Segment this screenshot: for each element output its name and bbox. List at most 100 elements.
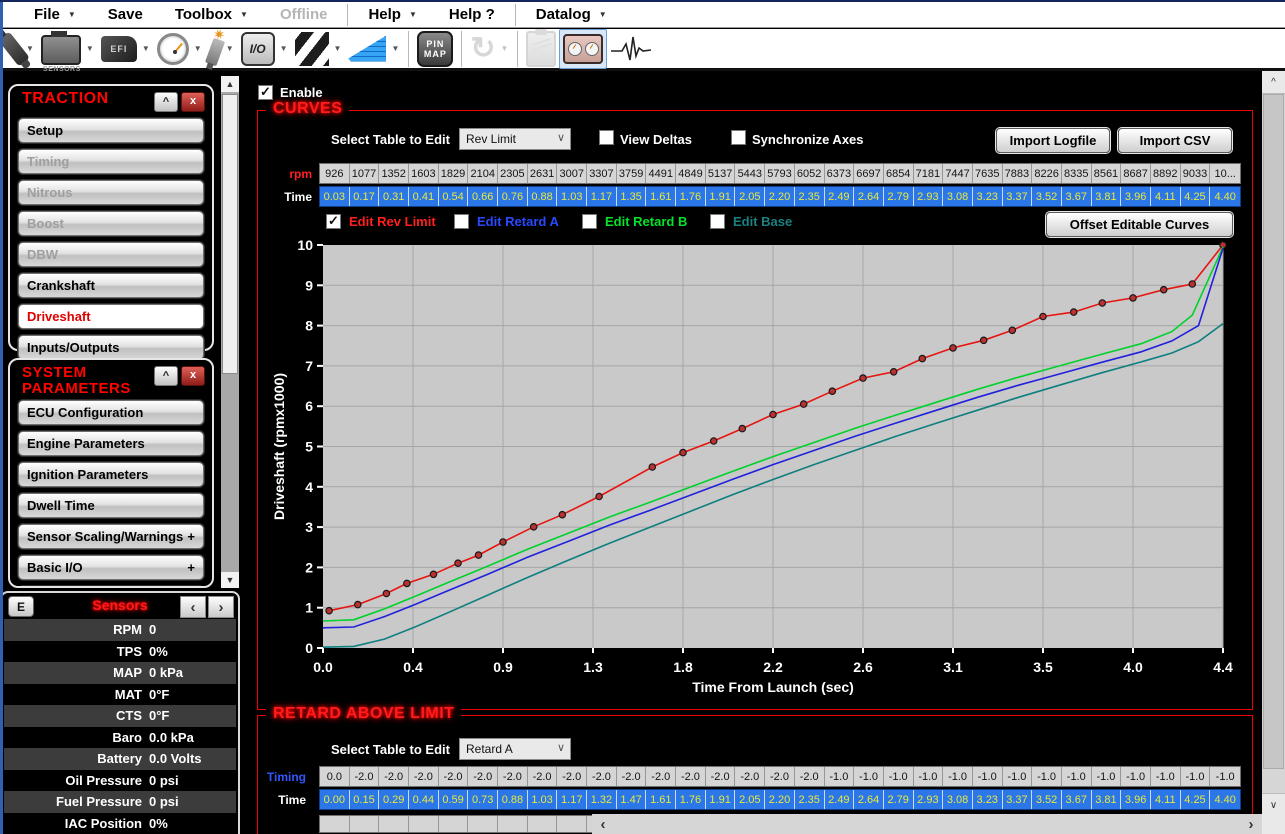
sensors-next-button[interactable] bbox=[208, 596, 234, 618]
spark-plug-dropdown-arrow-icon[interactable] bbox=[226, 44, 234, 53]
retard-time-cell[interactable]: 2.93 bbox=[914, 790, 944, 809]
edit-check-edit-retard-a-checkbox[interactable] bbox=[454, 214, 469, 229]
vertical-scrollbar-thumb[interactable] bbox=[1263, 94, 1284, 769]
time-cell[interactable]: 0.31 bbox=[379, 187, 409, 206]
time-cell[interactable]: 2.49 bbox=[825, 187, 855, 206]
rpm-cell[interactable]: 4491 bbox=[646, 164, 676, 183]
partial-cell[interactable] bbox=[439, 816, 469, 832]
rpm-cell[interactable]: 3307 bbox=[587, 164, 617, 183]
retard-time-cell[interactable]: 2.64 bbox=[854, 790, 884, 809]
retard-time-cell[interactable]: 3.52 bbox=[1032, 790, 1062, 809]
curve-point-marker[interactable] bbox=[739, 425, 745, 431]
timing-strip-toolbar-button[interactable] bbox=[292, 30, 332, 68]
retard-timing-cell[interactable]: -1.0 bbox=[1092, 767, 1122, 786]
retard-timing-cell[interactable]: -1.0 bbox=[943, 767, 973, 786]
retard-time-cell[interactable]: 1.32 bbox=[587, 790, 617, 809]
retard-timing-cell[interactable]: -2.0 bbox=[468, 767, 498, 786]
curve-point-marker[interactable] bbox=[559, 512, 565, 518]
retard-time-cell[interactable]: 1.47 bbox=[617, 790, 647, 809]
rpm-cell[interactable]: 6373 bbox=[825, 164, 855, 183]
retard-timing-cell[interactable]: -1.0 bbox=[1003, 767, 1033, 786]
io-toolbar-button[interactable]: I/O bbox=[238, 30, 278, 68]
time-cell[interactable]: 2.20 bbox=[765, 187, 795, 206]
curve-point-marker[interactable] bbox=[455, 560, 461, 566]
scroll-down-icon[interactable] bbox=[1262, 793, 1285, 816]
retard-time-cell[interactable]: 3.37 bbox=[1003, 790, 1033, 809]
rpm-cell[interactable]: 8335 bbox=[1062, 164, 1092, 183]
traction-button-inputs-outputs[interactable]: Inputs/Outputs bbox=[18, 335, 204, 360]
time-cell[interactable]: 1.91 bbox=[706, 187, 736, 206]
scroll-left-icon[interactable] bbox=[592, 814, 614, 834]
import-csv-button[interactable]: Import CSV bbox=[1118, 128, 1232, 153]
curve-point-marker[interactable] bbox=[1099, 300, 1105, 306]
retard-time-cell[interactable]: 4.40 bbox=[1210, 790, 1240, 809]
rpm-cell[interactable]: 8561 bbox=[1092, 164, 1122, 183]
traction-close-button[interactable] bbox=[181, 92, 205, 112]
retard-timing-cell[interactable]: -1.0 bbox=[1032, 767, 1062, 786]
menu-item-help[interactable]: Help▼ bbox=[352, 2, 432, 27]
retard-time-cell[interactable]: 3.23 bbox=[973, 790, 1003, 809]
timing-strip-dropdown-arrow-icon[interactable] bbox=[334, 44, 342, 53]
rpm-cell[interactable]: 6052 bbox=[795, 164, 825, 183]
retard-time-cell[interactable]: 4.25 bbox=[1181, 790, 1211, 809]
time-cell[interactable]: 1.17 bbox=[587, 187, 617, 206]
rpm-cell[interactable]: 1352 bbox=[379, 164, 409, 183]
retard-timing-cell[interactable]: -1.0 bbox=[884, 767, 914, 786]
retard-timing-cell[interactable]: -2.0 bbox=[350, 767, 380, 786]
retard-timing-cell[interactable]: -1.0 bbox=[1210, 767, 1240, 786]
curve-point-marker[interactable] bbox=[355, 601, 361, 607]
menu-item-help[interactable]: Help ? bbox=[433, 2, 511, 27]
rpm-cell[interactable]: 9033 bbox=[1181, 164, 1211, 183]
horizontal-scrollbar[interactable] bbox=[592, 814, 1262, 834]
rpm-cell[interactable]: 7181 bbox=[914, 164, 944, 183]
system-button-closed-loop-learn[interactable]: Closed Loop/Learn bbox=[18, 586, 204, 588]
driveshaft-curves-chart[interactable]: 0.00.40.91.31.82.22.63.13.54.04.40123456… bbox=[258, 239, 1254, 699]
spark-plug-toolbar-button[interactable] bbox=[206, 30, 224, 68]
curve-point-marker[interactable] bbox=[1189, 281, 1195, 287]
curve-point-marker[interactable] bbox=[1009, 327, 1015, 333]
retard-table-select[interactable]: Retard A bbox=[459, 738, 571, 760]
edit-check-edit-rev-limit-checkbox[interactable] bbox=[326, 214, 341, 229]
curve-point-marker[interactable] bbox=[770, 411, 776, 417]
retard-time-cell[interactable]: 2.49 bbox=[825, 790, 855, 809]
time-cell[interactable]: 1.61 bbox=[646, 187, 676, 206]
sidebar-scrollbar-thumb[interactable] bbox=[222, 94, 238, 374]
time-cell[interactable]: 4.11 bbox=[1151, 187, 1181, 206]
curve-point-marker[interactable] bbox=[383, 590, 389, 596]
partial-cell[interactable] bbox=[528, 816, 558, 832]
retard-timing-cell[interactable]: -2.0 bbox=[409, 767, 439, 786]
curve-point-marker[interactable] bbox=[711, 438, 717, 444]
retard-timing-cell[interactable]: -2.0 bbox=[587, 767, 617, 786]
menu-item-datalog[interactable]: Datalog▼ bbox=[520, 2, 623, 27]
retard-time-cell[interactable]: 3.67 bbox=[1062, 790, 1092, 809]
import-logfile-button[interactable]: Import Logfile bbox=[996, 128, 1110, 153]
traction-button-driveshaft[interactable]: Driveshaft bbox=[18, 304, 204, 329]
curve-point-marker[interactable] bbox=[1130, 295, 1136, 301]
system-button-engine-parameters[interactable]: Engine Parameters bbox=[18, 431, 204, 456]
retard-timing-cell[interactable]: 0.0 bbox=[320, 767, 350, 786]
edit-check-edit-retard-b-checkbox[interactable] bbox=[582, 214, 597, 229]
edit-check-edit-base-checkbox[interactable] bbox=[710, 214, 725, 229]
retard-timing-cell[interactable]: -2.0 bbox=[706, 767, 736, 786]
time-cell[interactable]: 2.64 bbox=[854, 187, 884, 206]
gauge-toolbar-button[interactable] bbox=[154, 30, 192, 68]
retard-timing-cell[interactable]: -2.0 bbox=[617, 767, 647, 786]
scroll-right-icon[interactable] bbox=[1240, 814, 1262, 834]
system-button-sensor-scaling-warnings[interactable]: Sensor Scaling/Warnings bbox=[18, 524, 204, 549]
rpm-cell[interactable]: 4849 bbox=[676, 164, 706, 183]
sidebar-scrollbar[interactable] bbox=[221, 76, 239, 588]
retard-time-cell[interactable]: 2.20 bbox=[765, 790, 795, 809]
retard-timing-cell[interactable]: -2.0 bbox=[676, 767, 706, 786]
time-cell[interactable]: 0.88 bbox=[528, 187, 558, 206]
partial-cell[interactable] bbox=[409, 816, 439, 832]
rpm-cell[interactable]: 2104 bbox=[468, 164, 498, 183]
retard-timing-cell[interactable]: -1.0 bbox=[1121, 767, 1151, 786]
traction-button-setup[interactable]: Setup bbox=[18, 118, 204, 143]
time-cell[interactable]: 0.76 bbox=[498, 187, 528, 206]
view-deltas-checkbox[interactable] bbox=[599, 130, 614, 145]
time-cell[interactable]: 3.67 bbox=[1062, 187, 1092, 206]
system-button-basic-i-o[interactable]: Basic I/O bbox=[18, 555, 204, 580]
time-cell[interactable]: 3.23 bbox=[973, 187, 1003, 206]
scroll-up-icon[interactable] bbox=[1262, 71, 1285, 94]
time-cell[interactable]: 2.05 bbox=[735, 187, 765, 206]
